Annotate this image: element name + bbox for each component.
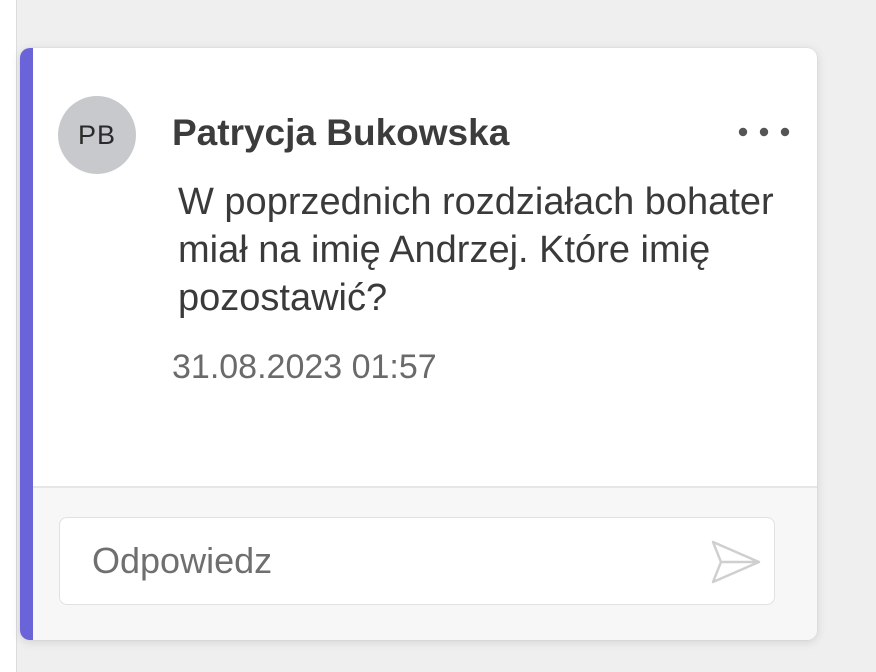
comment-author-name: Patrycja Bukowska	[172, 112, 510, 153]
comment-card: PB Patrycja Bukowska W poprzednich rozdz…	[20, 48, 817, 640]
more-horizontal-icon	[738, 127, 790, 137]
avatar: PB	[58, 96, 136, 174]
send-button[interactable]	[708, 538, 764, 586]
more-options-button[interactable]	[732, 114, 796, 150]
send-icon	[711, 540, 761, 584]
reply-area	[33, 488, 817, 640]
reply-box	[59, 517, 775, 605]
comment-text: W poprzednich rozdziałach bohater miał n…	[178, 181, 774, 319]
page-gutter	[0, 0, 17, 672]
reply-input[interactable]	[60, 518, 690, 604]
comment-accent-bar	[20, 48, 33, 640]
comment-timestamp: 31.08.2023 01:57	[172, 348, 437, 386]
avatar-initials: PB	[77, 119, 117, 150]
